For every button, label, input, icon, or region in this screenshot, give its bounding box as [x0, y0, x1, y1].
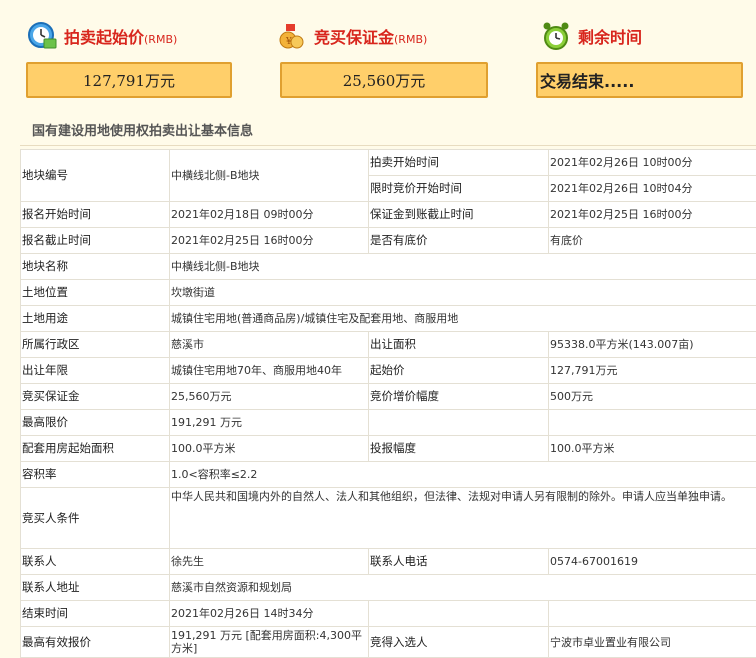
far: 1.0<容积率≤2.2 — [170, 462, 756, 488]
winner: 宁波市卓业置业有限公司 — [549, 627, 756, 658]
table-row: 竞买人条件 中华人民共和国境内外的自然人、法人和其他组织，但法律、法规对申请人另… — [21, 488, 756, 549]
table-row: 土地位置 坎墩街道 — [21, 280, 756, 306]
table-row: 报名截止时间 2021年02月25日 16时00分 是否有底价 有底价 — [21, 228, 756, 254]
parcel-name: 中横线北侧-B地块 — [170, 254, 756, 280]
start-price-value: 127,791万元 — [26, 62, 232, 98]
max-price: 191,291 万元 — [170, 410, 369, 436]
bid-step: 100.0平方米 — [549, 436, 756, 462]
reserve: 有底价 — [549, 228, 756, 254]
start-price: 127,791万元 — [549, 358, 756, 384]
table-row: 地块名称 中横线北侧-B地块 — [21, 254, 756, 280]
svg-text:¥: ¥ — [285, 37, 292, 47]
land-info-table: 地块编号 中横线北侧-B地块 拍卖开始时间 2021年02月26日 10时00分… — [20, 149, 756, 658]
table-row: 土地用途 城镇住宅用地(普通商品房)/城镇住宅及配套用地、商服用地 — [21, 306, 756, 332]
reg-end: 2021年02月25日 16时00分 — [170, 228, 369, 254]
district: 慈溪市 — [170, 332, 369, 358]
alarm-clock-icon — [540, 20, 572, 52]
housing-start: 100.0平方米 — [170, 436, 369, 462]
table-row: 地块编号 中横线北侧-B地块 拍卖开始时间 2021年02月26日 10时00分 — [21, 150, 756, 176]
table-row: 联系人 徐先生 联系人电话 0574-67001619 — [21, 549, 756, 575]
bid-deposit: 25,560万元 — [170, 384, 369, 410]
remaining-time-value: 交易结束..... — [536, 62, 743, 98]
conditions: 中华人民共和国境内外的自然人、法人和其他组织，但法律、法规对申请人另有限制的除外… — [170, 488, 756, 549]
table-row: 结束时间 2021年02月26日 14时34分 — [21, 601, 756, 627]
divider — [20, 145, 756, 146]
usage: 城镇住宅用地(普通商品房)/城镇住宅及配套用地、商服用地 — [170, 306, 756, 332]
top-bid: 191,291 万元 [配套用房面积:4,300平方米] — [170, 627, 369, 658]
table-row: 竞买保证金 25,560万元 竞价增价幅度 500万元 — [21, 384, 756, 410]
reg-start: 2021年02月18日 09时00分 — [170, 202, 369, 228]
deposit-value: 25,560万元 — [280, 62, 488, 98]
location: 坎墩街道 — [170, 280, 756, 306]
section-title: 国有建设用地使用权拍卖出让基本信息 — [32, 120, 253, 139]
table-row: 最高限价 191,291 万元 — [21, 410, 756, 436]
increment: 500万元 — [549, 384, 756, 410]
table-row: 最高有效报价 191,291 万元 [配套用房面积:4,300平方米] 竞得入选… — [21, 627, 756, 658]
end-time: 2021年02月26日 14时34分 — [170, 601, 369, 627]
phone: 0574-67001619 — [549, 549, 756, 575]
address: 慈溪市自然资源和规划局 — [170, 575, 756, 601]
money-bag-icon: ¥ — [276, 20, 308, 52]
summary-bar: 拍卖起始价(RMB) 127,791万元 ¥ 竞买保证金(RMB) 25,560… — [0, 0, 756, 110]
parcel-no: 中横线北侧-B地块 — [170, 150, 369, 202]
table-row: 联系人地址 慈溪市自然资源和规划局 — [21, 575, 756, 601]
table-row: 出让年限 城镇住宅用地70年、商服用地40年 起始价 127,791万元 — [21, 358, 756, 384]
table-row: 配套用房起始面积 100.0平方米 投报幅度 100.0平方米 — [21, 436, 756, 462]
table-row: 所属行政区 慈溪市 出让面积 95338.0平方米(143.007亩) — [21, 332, 756, 358]
contact: 徐先生 — [170, 549, 369, 575]
term: 城镇住宅用地70年、商服用地40年 — [170, 358, 369, 384]
auction-start: 2021年02月26日 10时00分 — [549, 150, 756, 176]
clock-money-icon — [26, 20, 58, 52]
table-row: 容积率 1.0<容积率≤2.2 — [21, 462, 756, 488]
timed-bid-start: 2021年02月26日 10时04分 — [549, 176, 756, 202]
area: 95338.0平方米(143.007亩) — [549, 332, 756, 358]
deposit-deadline: 2021年02月25日 16时00分 — [549, 202, 756, 228]
table-row: 报名开始时间 2021年02月18日 09时00分 保证金到账截止时间 2021… — [21, 202, 756, 228]
